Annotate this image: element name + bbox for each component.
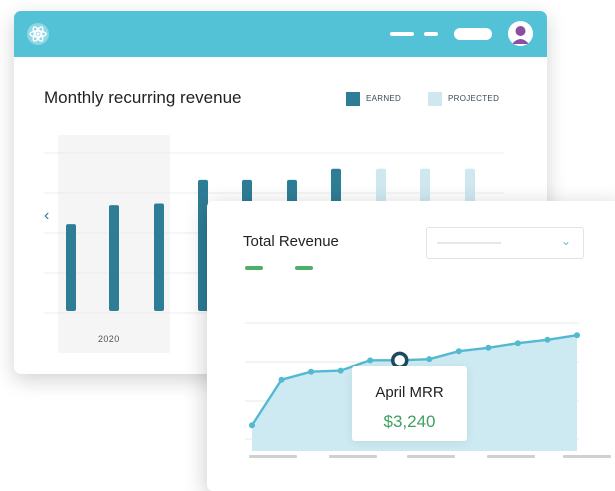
area-point-7 (455, 348, 462, 355)
footer-placeholder-3 (407, 455, 455, 458)
revenue-area-chart (245, 322, 580, 451)
area-point-1 (278, 376, 285, 383)
area-point-11 (574, 332, 580, 339)
footer-placeholder-5 (563, 455, 611, 458)
bar-earned-2 (154, 203, 164, 311)
tooltip-label: April MRR (375, 384, 444, 401)
total-revenue-card: Total Revenue ⌄ April MRR $3,240 (207, 201, 615, 491)
footer-placeholder-4 (487, 455, 535, 458)
area-point-6 (426, 356, 433, 363)
mrr-tooltip: April MRR $3,240 (352, 366, 467, 441)
area-point-2 (308, 368, 315, 375)
area-point-4 (367, 357, 374, 364)
area-point-8 (485, 344, 492, 351)
area-point-3 (337, 367, 344, 374)
bar-earned-1 (109, 205, 119, 311)
area-point-10 (544, 336, 551, 343)
area-point-9 (514, 340, 521, 347)
footer-placeholder-1 (249, 455, 297, 458)
tooltip-value: $3,240 (383, 412, 436, 431)
footer-placeholder-2 (329, 455, 377, 458)
year-label: 2020 (98, 334, 120, 344)
bar-earned-0 (66, 224, 76, 311)
chevron-left-icon[interactable]: ‹ (44, 207, 49, 225)
area-point-0 (249, 422, 255, 429)
